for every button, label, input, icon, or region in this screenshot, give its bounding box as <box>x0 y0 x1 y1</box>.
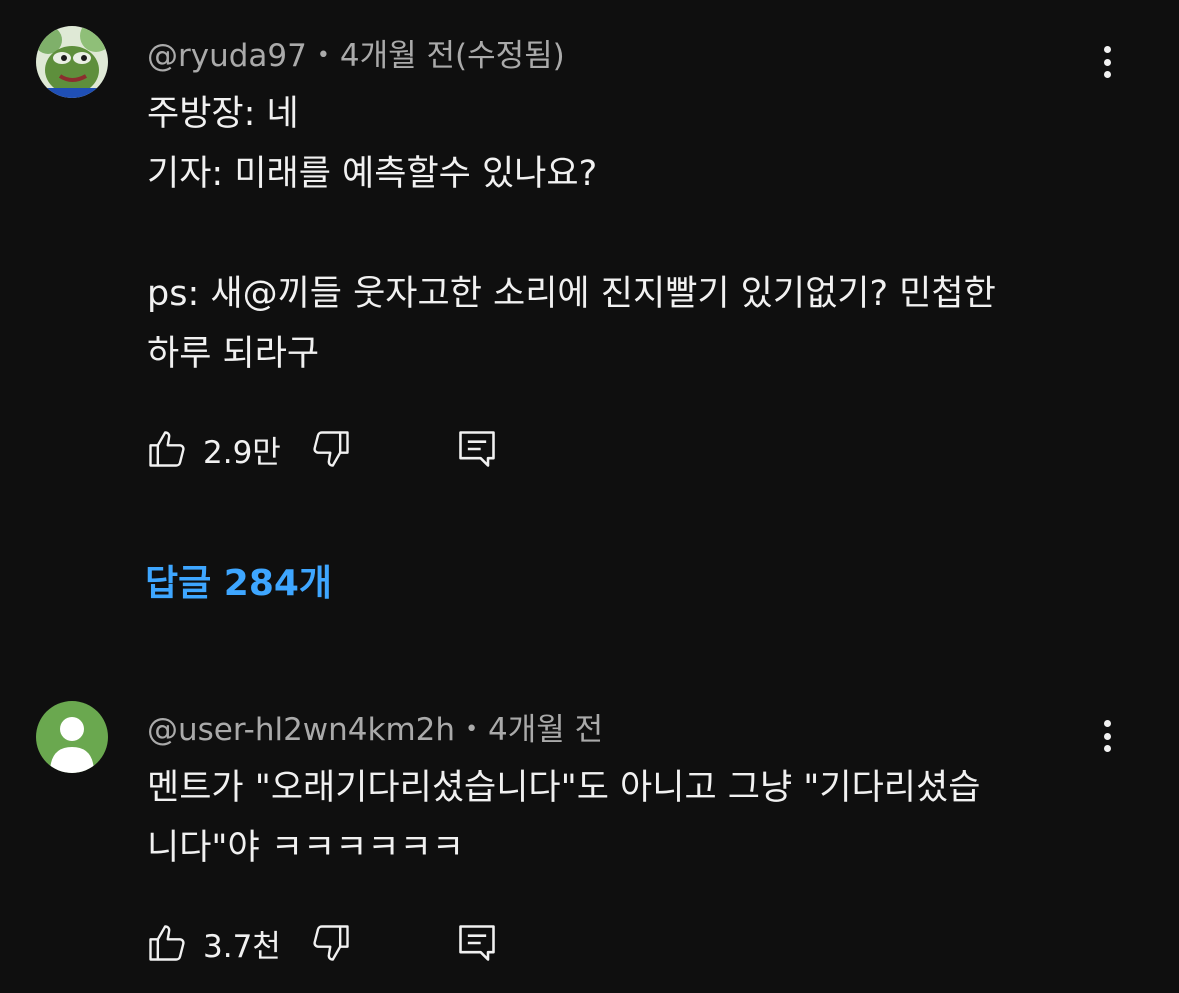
like-count: 3.7천 <box>203 928 281 965</box>
thumbs-up-icon[interactable] <box>145 921 189 965</box>
reply-icon[interactable] <box>455 921 499 965</box>
comment-author[interactable]: @ryuda97 <box>147 38 307 74</box>
thumbs-down-icon[interactable] <box>309 921 353 965</box>
comment-line: 니다"야 ㅋㅋㅋㅋㅋㅋ <box>147 828 465 868</box>
comment-line: 기자: 미래를 예측할수 있나요? <box>147 154 598 194</box>
thumbs-up-icon[interactable] <box>145 427 189 471</box>
comment-line: 주방장: 네 <box>147 94 299 134</box>
comment-thread: @user-hl2wn4km2h • 4개월 전 멘트가 "오래기다리셨습니다"도 … <box>0 680 1179 993</box>
comment-line <box>147 204 1107 264</box>
comment-text: 주방장: 네 기자: 미래를 예측할수 있나요? ps: 새@끼들 웃자고한 소… <box>147 84 1107 384</box>
frog-avatar-icon[interactable] <box>36 26 108 98</box>
meta-separator: • <box>316 43 330 68</box>
comment-time: 4개월 전 <box>488 712 604 748</box>
default-user-avatar-icon[interactable] <box>36 701 108 773</box>
comment-line: ps: 새@끼들 웃자고한 소리에 진지빨기 있기없기? 민첩한 <box>147 274 996 314</box>
comment-actions: 3.7천 <box>145 918 499 968</box>
comment-thread: @ryuda97 • 4개월 전(수정됨) 주방장: 네 기자: 미래를 예측할수 … <box>0 0 1179 640</box>
comment-author[interactable]: @user-hl2wn4km2h <box>147 712 455 748</box>
meta-separator: • <box>465 717 479 742</box>
view-replies-link[interactable]: 답글 284개 <box>145 554 332 606</box>
more-options-icon[interactable] <box>1095 716 1119 756</box>
thumbs-down-icon[interactable] <box>309 427 353 471</box>
comment-meta: @user-hl2wn4km2h • 4개월 전 <box>147 704 603 749</box>
more-options-icon[interactable] <box>1095 42 1119 82</box>
like-count: 2.9만 <box>203 434 281 471</box>
comment-actions: 2.9만 <box>145 424 499 474</box>
comment-line: 멘트가 "오래기다리셨습니다"도 아니고 그냥 "기다리셨습 <box>147 768 981 808</box>
reply-icon[interactable] <box>455 427 499 471</box>
comment-text: 멘트가 "오래기다리셨습니다"도 아니고 그냥 "기다리셨습 니다"야 ㅋㅋㅋㅋ… <box>147 758 1107 878</box>
comment-time: 4개월 전(수정됨) <box>339 38 565 74</box>
comment-line: 하루 되라구 <box>147 334 320 374</box>
comment-meta: @ryuda97 • 4개월 전(수정됨) <box>147 30 565 75</box>
